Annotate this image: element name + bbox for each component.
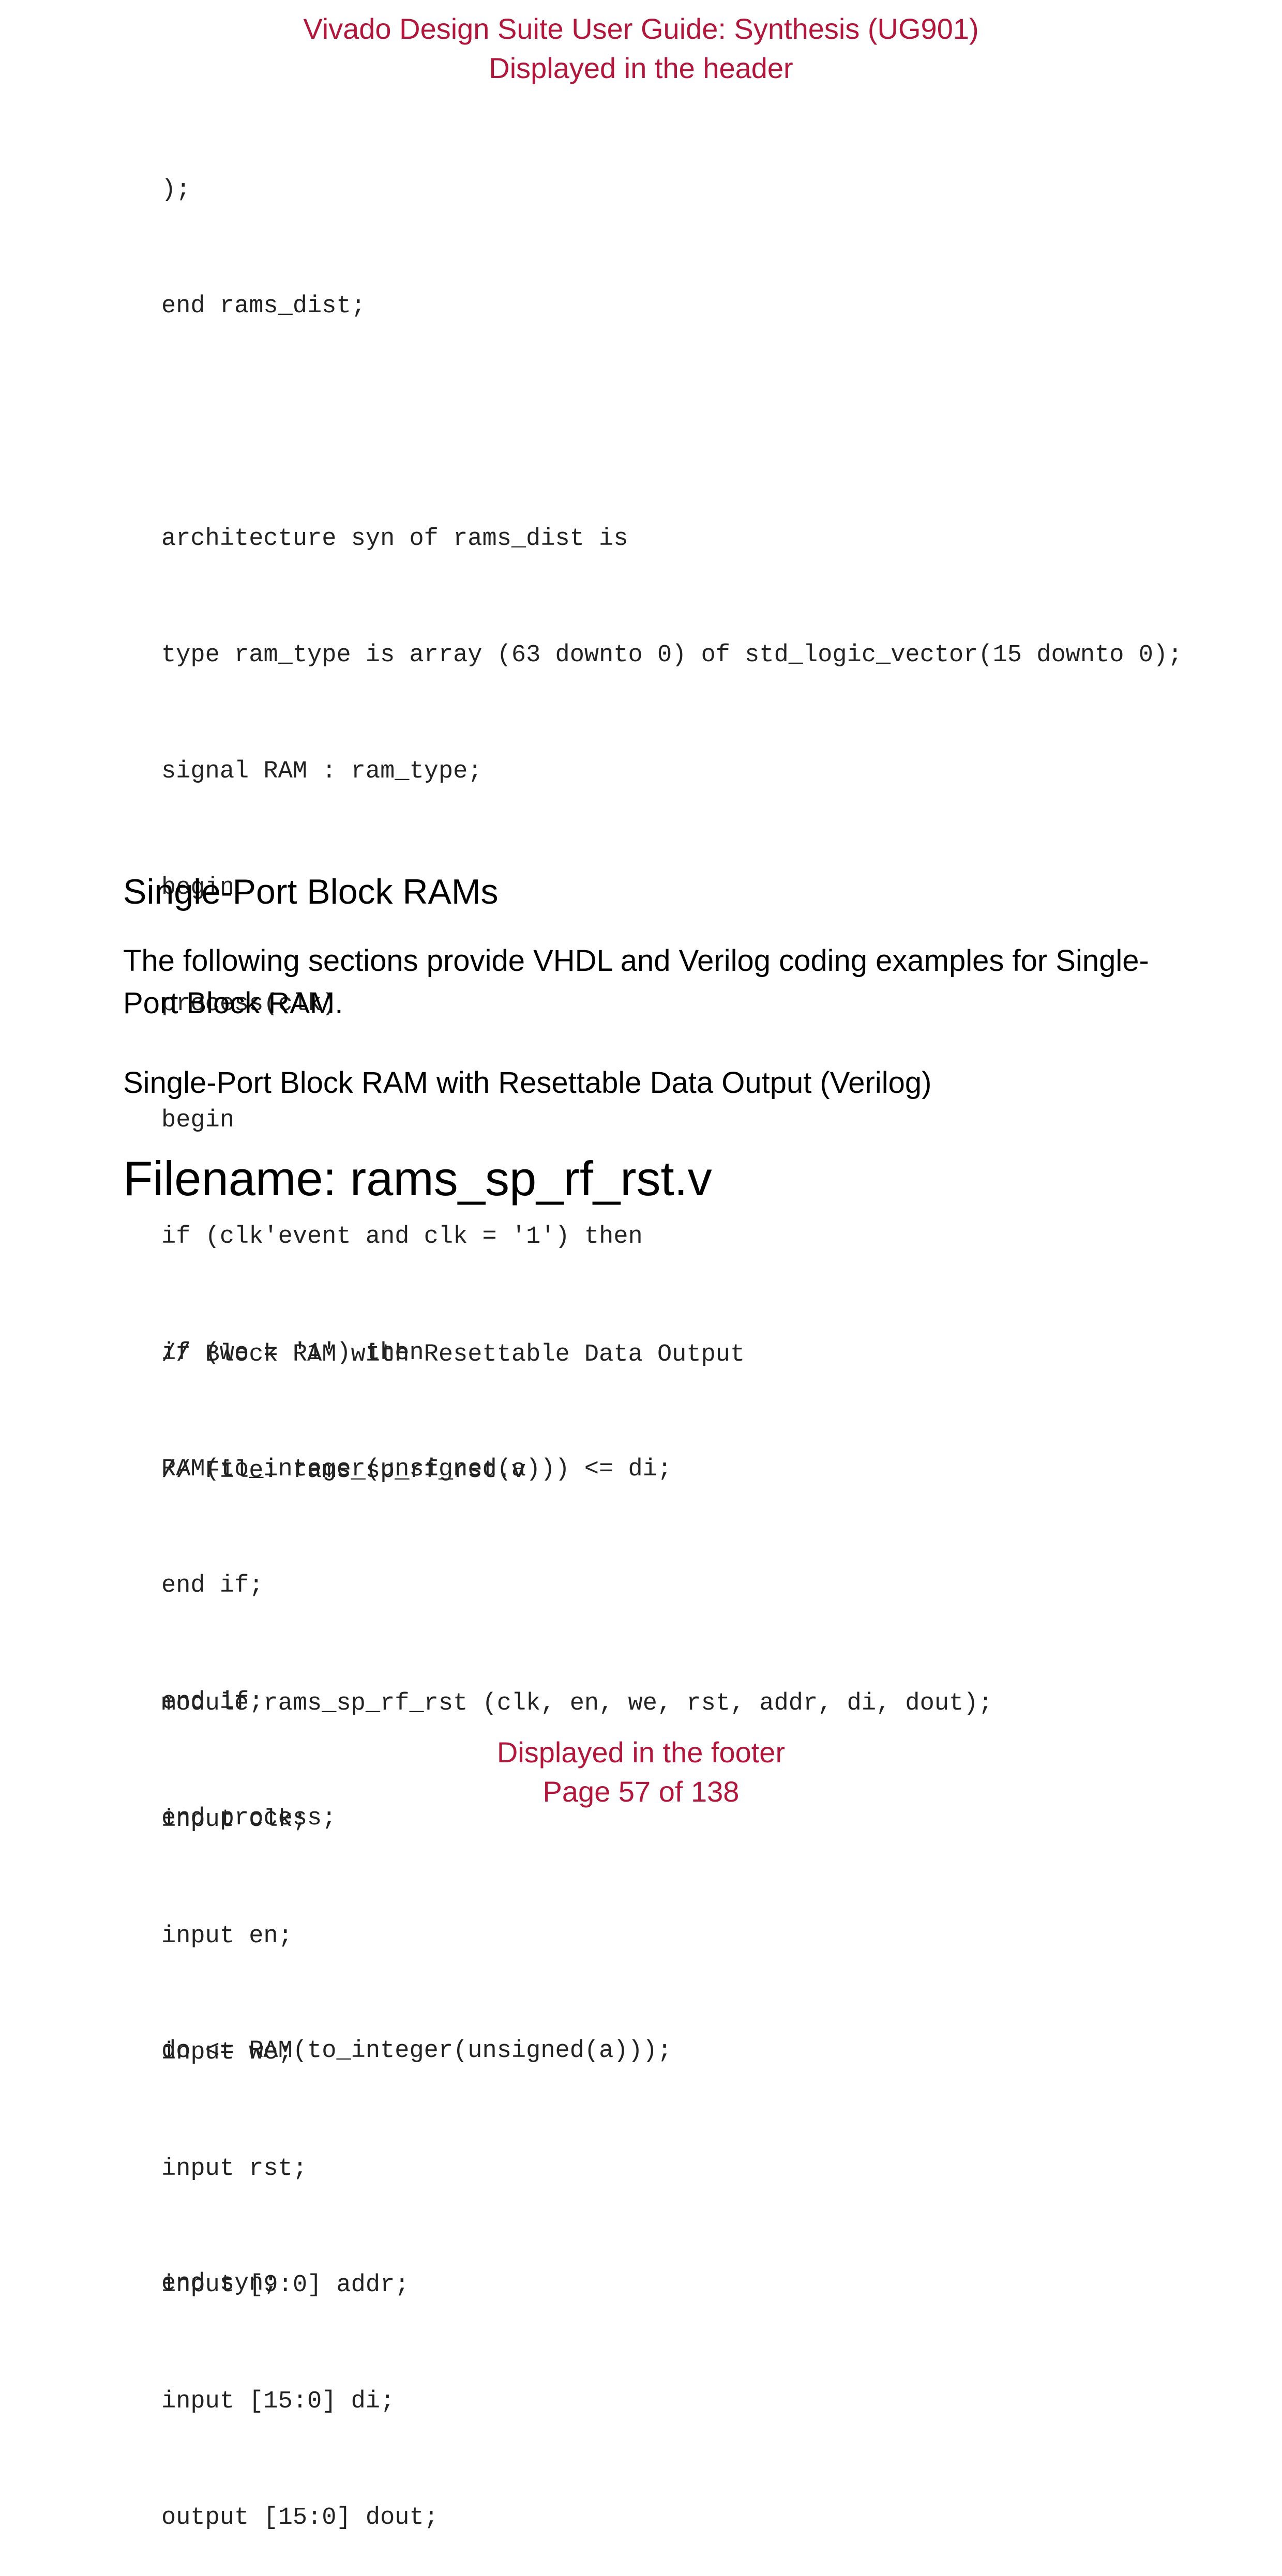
code-line: input we; (161, 2039, 293, 2066)
footer-label: Displayed in the footer (496, 1736, 786, 1769)
code-block-verilog: // Block RAM with Resettable Data Output… (161, 1258, 993, 2576)
code-line: begin (161, 1107, 235, 1134)
code-line: architecture syn of rams_dist is (161, 525, 628, 553)
body-paragraph: The following sections provide VHDL and … (123, 944, 1149, 1020)
page-header: Vivado Design Suite User Guide: Synthesi… (0, 9, 1282, 88)
code-line: if (clk'event and clk = '1') then (161, 1223, 643, 1251)
code-line: // Block RAM with Resettable Data Output (161, 1341, 745, 1368)
code-line: signal RAM : ram_type; (161, 758, 482, 785)
page-footer: Displayed in the footer Page 57 of 138 (0, 1733, 1282, 1811)
code-line: end rams_dist; (161, 293, 366, 320)
code-line: type ram_type is array (63 downto 0) of … (161, 642, 1183, 669)
code-line: ); (161, 176, 191, 204)
example-subheading: Single-Port Block RAM with Resettable Da… (123, 1066, 932, 1100)
code-line: input en; (161, 1923, 293, 1950)
header-title: Vivado Design Suite User Guide: Synthesi… (303, 12, 979, 45)
code-line: output [15:0] dout; (161, 2504, 439, 2532)
code-line: input rst; (161, 2155, 308, 2183)
header-subtitle: Displayed in the header (489, 52, 793, 84)
code-line: // File: rams_sp_rf_rst.v (161, 1457, 526, 1485)
section-heading: Single-Port Block RAMs (123, 872, 499, 911)
code-line: module rams_sp_rf_rst (clk, en, we, rst,… (161, 1690, 993, 1717)
page-number: Page 57 of 138 (542, 1775, 740, 1808)
code-line: input [9:0] addr; (161, 2272, 410, 2299)
code-line: input [15:0] di; (161, 2388, 395, 2415)
filename-heading: Filename: rams_sp_rf_rst.v (123, 1151, 712, 1206)
